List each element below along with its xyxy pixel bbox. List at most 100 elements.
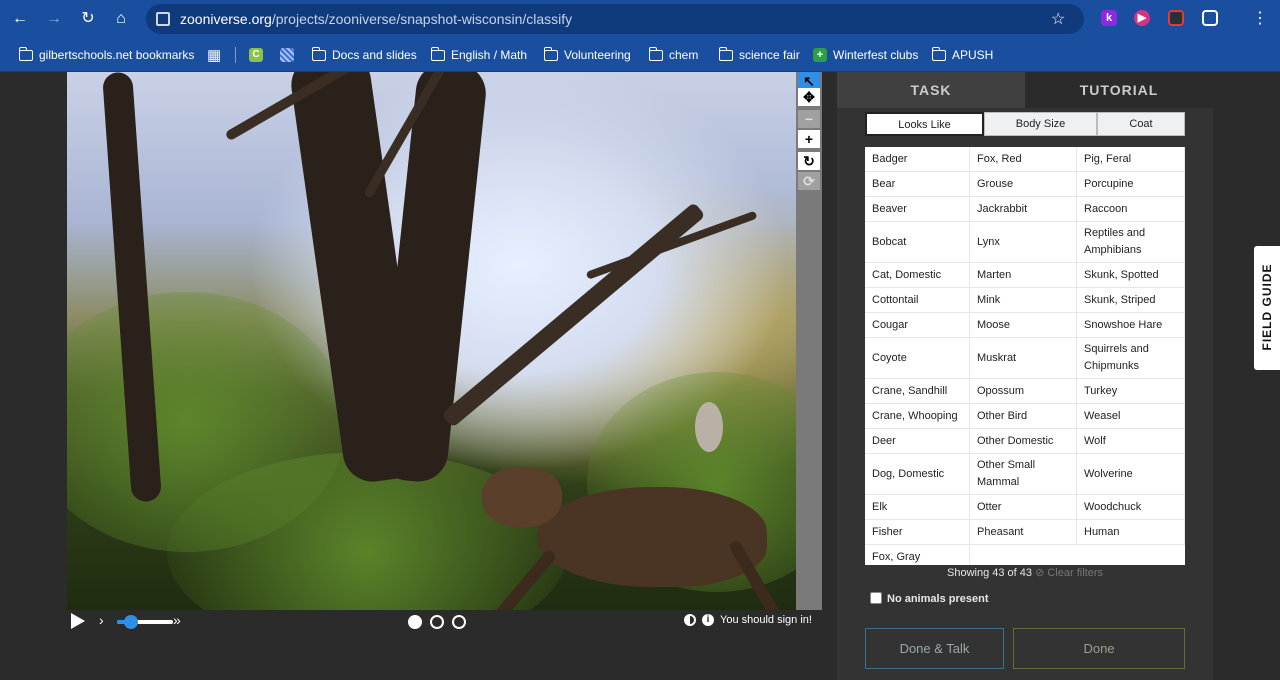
species-choice[interactable]: Lynx <box>970 222 1077 263</box>
video-extension-icon[interactable]: ▶ <box>1134 10 1150 26</box>
zoom-out-icon[interactable]: − <box>798 110 820 128</box>
species-choice[interactable]: Crane, Whooping <box>865 404 970 429</box>
bookmark-c-app[interactable]: C <box>249 46 263 64</box>
species-choice[interactable]: Skunk, Spotted <box>1077 263 1185 288</box>
species-choice[interactable]: Wolverine <box>1077 454 1185 495</box>
species-choice[interactable]: Deer <box>865 429 970 454</box>
bookmark-chem[interactable]: chem <box>648 46 698 64</box>
back-icon[interactable]: ← <box>10 9 30 29</box>
species-choice[interactable]: Weasel <box>1077 404 1185 429</box>
species-choice[interactable]: Cat, Domestic <box>865 263 970 288</box>
species-choice[interactable]: Marten <box>970 263 1077 288</box>
species-choice[interactable]: Reptiles and Amphibians <box>1077 222 1185 263</box>
bookmark-winterfest[interactable]: + Winterfest clubs <box>813 46 918 64</box>
bookmark-english[interactable]: English / Math <box>430 46 527 64</box>
filter-body-size[interactable]: Body Size <box>984 112 1097 136</box>
no-animals-checkbox[interactable] <box>870 592 882 604</box>
species-choice[interactable]: Bear <box>865 172 970 197</box>
species-choice[interactable]: Other Bird <box>970 404 1077 429</box>
bookmark-apps[interactable]: ▦ <box>207 46 221 64</box>
bookmark-docs[interactable]: Docs and slides <box>311 46 417 64</box>
species-choice[interactable]: Badger <box>865 147 970 172</box>
menu-kebab-icon[interactable]: ⋮ <box>1250 9 1270 29</box>
extensions-puzzle-icon[interactable] <box>1202 10 1218 26</box>
species-choice[interactable]: Mink <box>970 288 1077 313</box>
species-choice[interactable]: Dog, Domestic <box>865 454 970 495</box>
species-choice[interactable]: Fox, Red <box>970 147 1077 172</box>
species-choice[interactable]: Otter <box>970 495 1077 520</box>
species-choice[interactable]: Cougar <box>865 313 970 338</box>
home-icon[interactable]: ⌂ <box>111 9 131 29</box>
species-choice[interactable]: Moose <box>970 313 1077 338</box>
species-choice[interactable]: Turkey <box>1077 379 1185 404</box>
browser-toolbar: ← → ↻ ⌂ zooniverse.org/projects/zooniver… <box>0 0 1280 38</box>
species-choice[interactable]: Cottontail <box>865 288 970 313</box>
tab-task[interactable]: TASK <box>837 72 1025 108</box>
bookmark-striped-app[interactable] <box>280 46 294 64</box>
species-choice[interactable]: Pig, Feral <box>1077 147 1185 172</box>
field-guide-tab[interactable]: FIELD GUIDE <box>1254 246 1280 370</box>
species-choice[interactable]: Wolf <box>1077 429 1185 454</box>
bookmark-science-fair[interactable]: science fair <box>718 46 800 64</box>
species-choice[interactable]: Human <box>1077 520 1185 545</box>
folder-icon <box>718 46 733 61</box>
tab-tutorial[interactable]: TUTORIAL <box>1025 72 1213 108</box>
forward-icon[interactable]: → <box>44 9 64 29</box>
speed-slider-thumb[interactable] <box>124 615 138 629</box>
species-choice[interactable]: Muskrat <box>970 338 1077 379</box>
folder-icon <box>543 46 558 61</box>
colorful-extension-icon[interactable] <box>1168 10 1184 26</box>
address-bar[interactable]: zooniverse.org/projects/zooniverse/snaps… <box>146 4 1084 34</box>
play-icon[interactable] <box>71 613 85 629</box>
done-button[interactable]: Done <box>1013 628 1185 669</box>
no-animals-label[interactable]: No animals present <box>887 593 988 605</box>
species-choice[interactable]: Fisher <box>865 520 970 545</box>
species-choice[interactable]: Grouse <box>970 172 1077 197</box>
frame-dot[interactable] <box>452 615 466 629</box>
zoom-in-icon[interactable]: + <box>798 130 820 148</box>
slower-icon[interactable]: › <box>99 612 104 628</box>
move-icon[interactable]: ✥ <box>798 88 820 106</box>
species-choice[interactable]: Pheasant <box>970 520 1077 545</box>
species-choice[interactable]: Coyote <box>865 338 970 379</box>
rotate-icon[interactable]: ↻ <box>798 152 820 170</box>
reload-icon[interactable]: ↻ <box>78 9 98 29</box>
k-extension-icon[interactable]: k <box>1101 10 1117 26</box>
subject-image[interactable] <box>67 72 796 610</box>
species-choice[interactable]: Bobcat <box>865 222 970 263</box>
species-choice[interactable]: Crane, Sandhill <box>865 379 970 404</box>
species-choice[interactable]: Skunk, Striped <box>1077 288 1185 313</box>
info-icon[interactable]: i <box>702 614 714 626</box>
folder-icon <box>430 46 445 61</box>
frame-dot[interactable] <box>430 615 444 629</box>
bookmark-star-icon[interactable]: ☆ <box>1051 9 1065 29</box>
viewer-toolbar: ↖ ✥ − + ↻ ⟳ <box>796 72 822 610</box>
reset-icon[interactable]: ⟳ <box>798 172 820 190</box>
clear-filters-button[interactable]: ⊘ Clear filters <box>1035 567 1103 579</box>
species-choice[interactable]: Porcupine <box>1077 172 1185 197</box>
species-choice[interactable]: Woodchuck <box>1077 495 1185 520</box>
bookmark-apush[interactable]: APUSH <box>931 46 993 64</box>
species-choice[interactable]: Raccoon <box>1077 197 1185 222</box>
species-choice[interactable]: Squirrels and Chipmunks <box>1077 338 1185 379</box>
species-choice[interactable]: Other Domestic <box>970 429 1077 454</box>
frame-dot[interactable] <box>408 615 422 629</box>
species-choice[interactable]: Fox, Gray <box>865 545 970 565</box>
done-talk-button[interactable]: Done & Talk <box>865 628 1004 669</box>
field-guide-label: FIELD GUIDE <box>1260 263 1274 351</box>
contrast-icon[interactable] <box>684 614 696 626</box>
bookmark-volunteering[interactable]: Volunteering <box>543 46 631 64</box>
bookmark-managed[interactable]: gilbertschools.net bookmarks <box>18 46 194 64</box>
species-choice[interactable]: Jackrabbit <box>970 197 1077 222</box>
deer-tail <box>695 402 723 452</box>
species-choice[interactable]: Beaver <box>865 197 970 222</box>
site-info-icon[interactable] <box>156 12 170 26</box>
filter-looks-like[interactable]: Looks Like <box>865 112 984 136</box>
faster-icon[interactable]: » <box>173 612 181 628</box>
species-choice[interactable]: Snowshoe Hare <box>1077 313 1185 338</box>
signin-message[interactable]: You should sign in! <box>720 614 812 626</box>
filter-coat[interactable]: Coat <box>1097 112 1185 136</box>
species-choice[interactable]: Other Small Mammal <box>970 454 1077 495</box>
species-choice[interactable]: Opossum <box>970 379 1077 404</box>
species-choice[interactable]: Elk <box>865 495 970 520</box>
